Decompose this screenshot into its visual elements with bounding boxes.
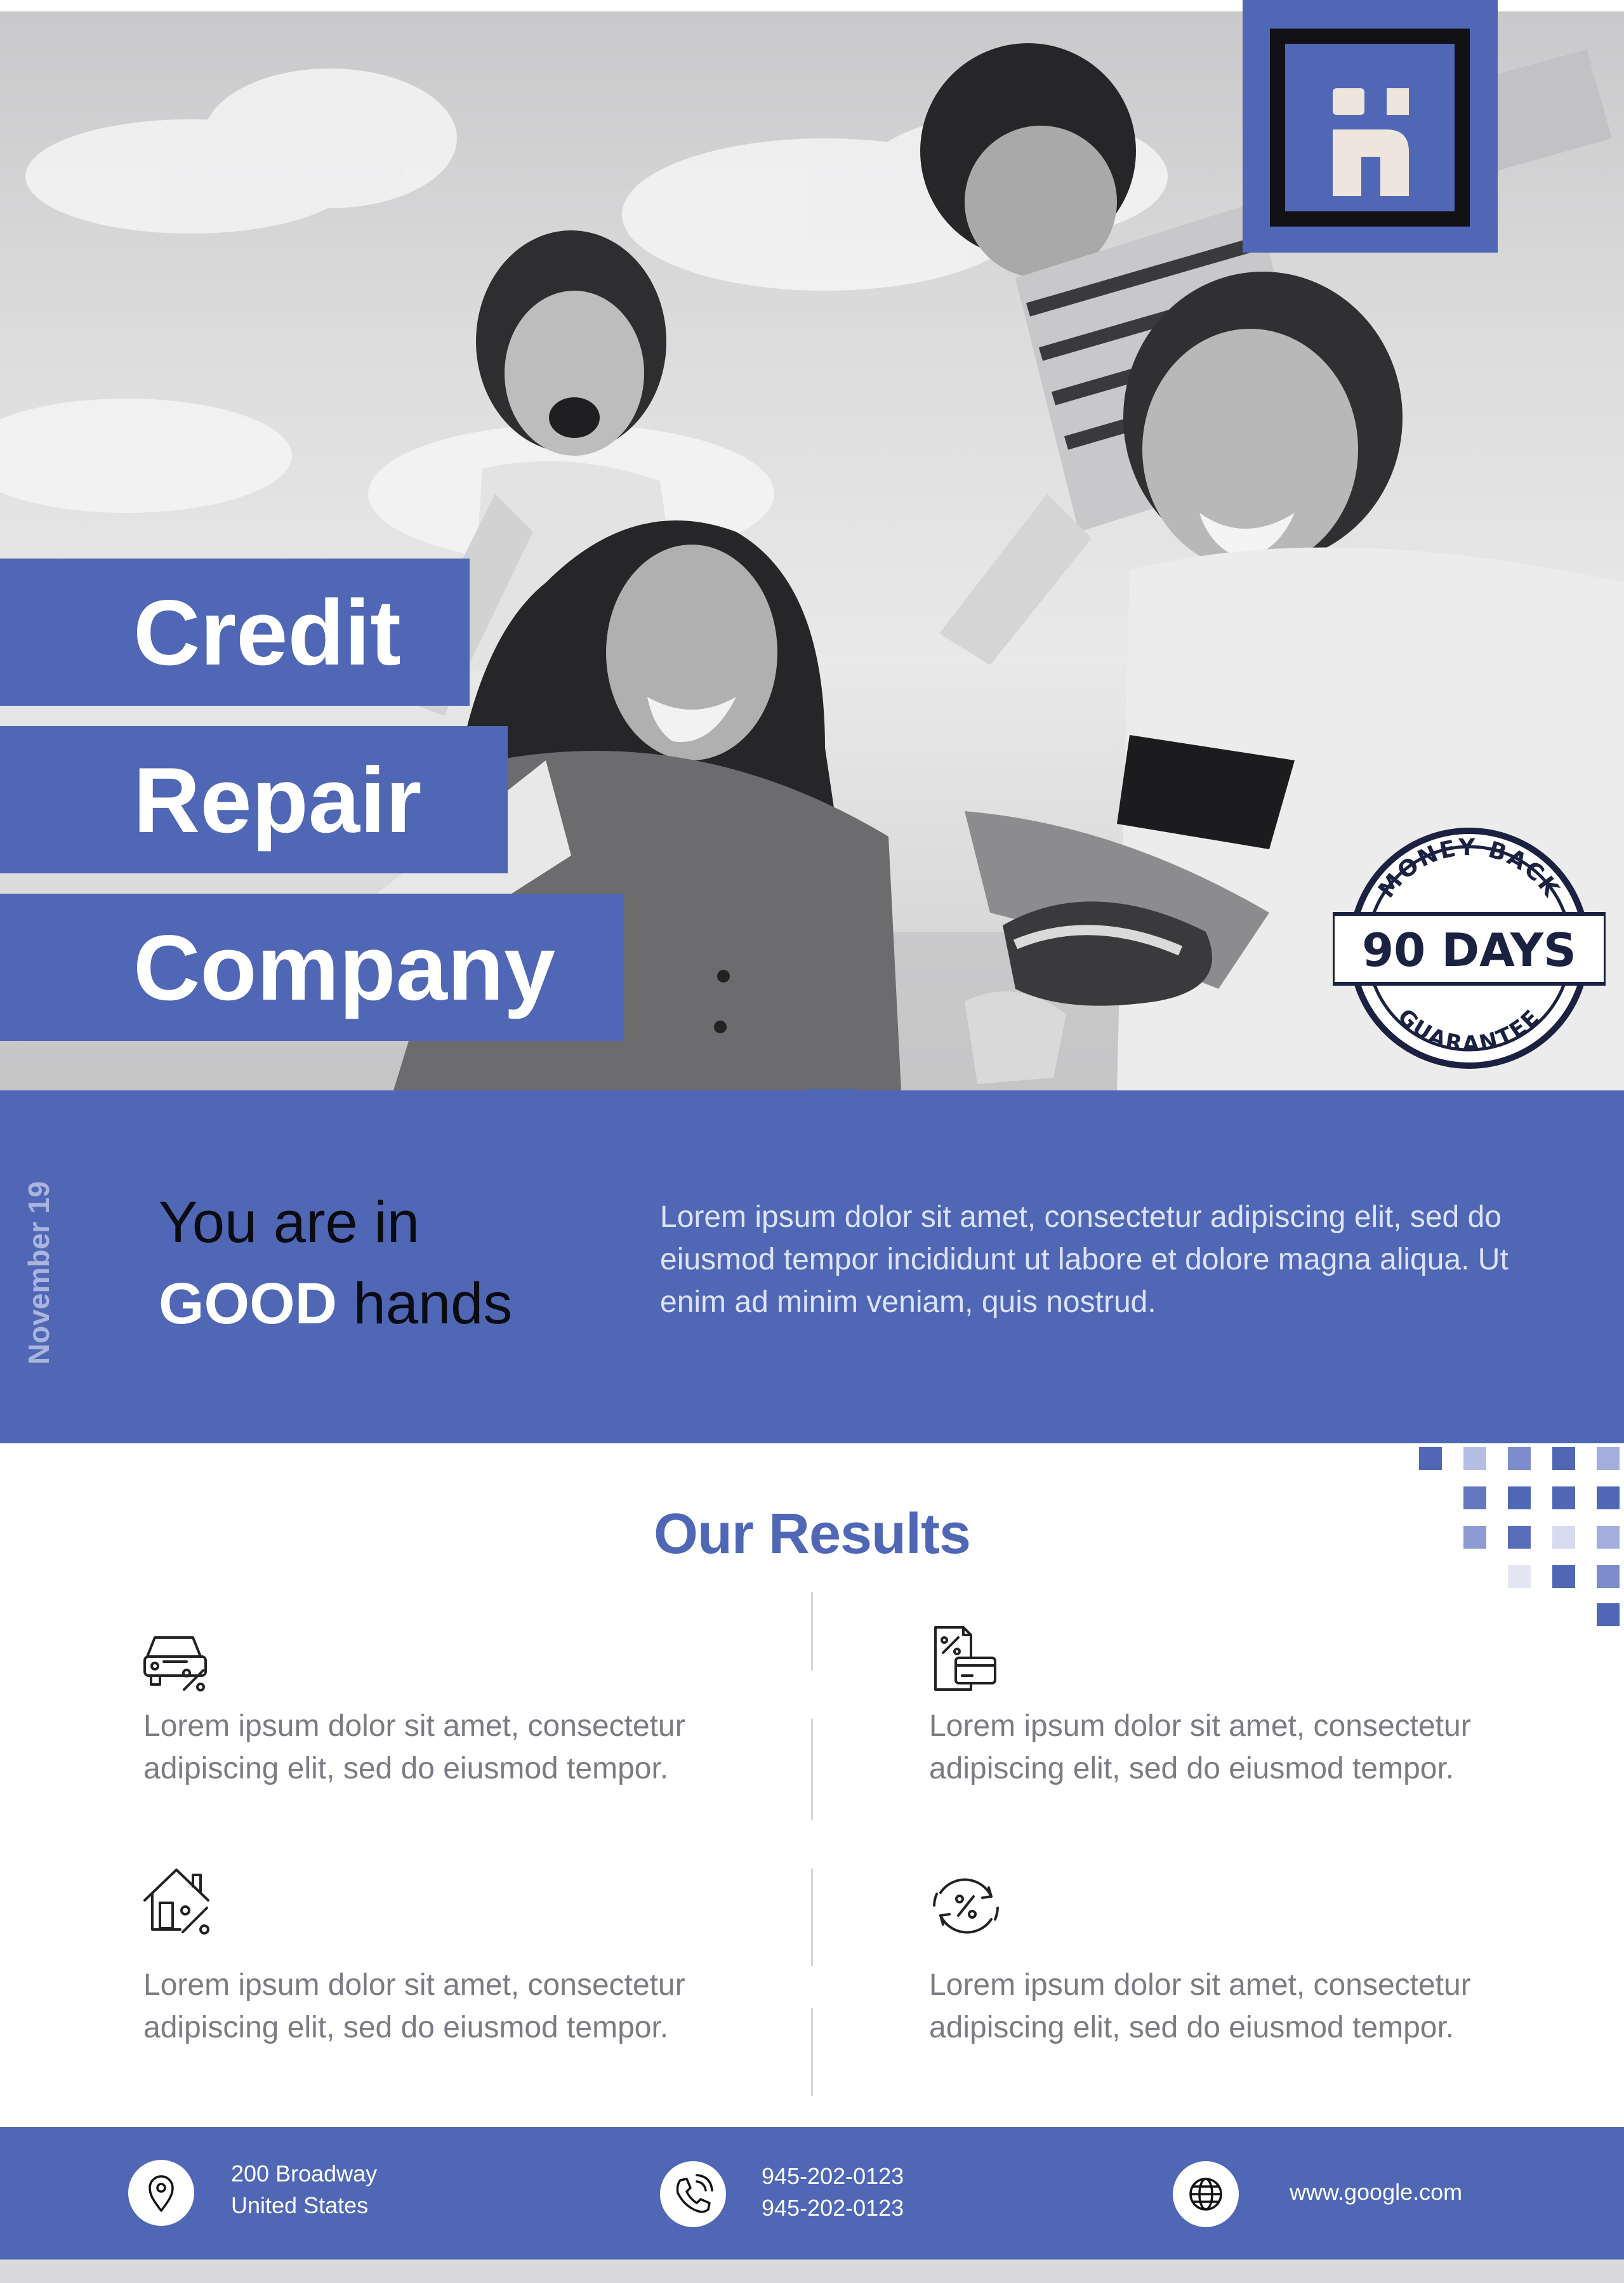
title-line-3: Company xyxy=(133,916,556,1019)
logo-core xyxy=(1285,44,1455,211)
logo-frame xyxy=(1270,29,1470,227)
column-divider xyxy=(811,1592,813,1671)
address-line-1: 200 Broadway xyxy=(231,2161,378,2187)
money-back-guarantee-seal: MONEY BACK 90 DAYS GUARANTEE xyxy=(1333,828,1606,1069)
title-line-1: Credit xyxy=(133,581,401,684)
address-line-2: United States xyxy=(231,2192,369,2218)
phone-number-1: 945-202-0123 xyxy=(762,2163,904,2189)
seal-center-text: 90 DAYS xyxy=(1362,923,1576,977)
result-text-4: Lorem ipsum dolor sit amet, consectetur … xyxy=(929,1968,1471,2044)
website-link[interactable]: www.google.com xyxy=(1290,2176,1462,2208)
column-divider xyxy=(811,1869,813,1966)
contact-footer: 200 Broadway United States 945-202-0123 … xyxy=(0,2127,1624,2260)
bottom-margin xyxy=(0,2260,1624,2283)
title-bar-1: Credit xyxy=(0,559,470,706)
tagline-emphasis: GOOD xyxy=(159,1271,338,1336)
tagline-line-2: GOOD hands xyxy=(159,1274,512,1333)
result-text-1: Lorem ipsum dolor sit amet, consectetur … xyxy=(143,1709,685,1785)
tagline-line-1: You are in xyxy=(159,1190,419,1255)
intro-paragraph: Lorem ipsum dolor sit amet, consectetur … xyxy=(660,1200,1508,1319)
column-divider xyxy=(811,2008,813,2096)
result-text-2: Lorem ipsum dolor sit amet, consectetur … xyxy=(929,1709,1471,1785)
title-bar-2: Repair xyxy=(0,726,508,873)
title-bar-3: Company xyxy=(0,894,624,1041)
title-line-2: Repair xyxy=(133,748,422,852)
phone-icon xyxy=(660,2161,726,2227)
house-percent-icon xyxy=(143,1869,209,1935)
cycle-percent-icon xyxy=(933,1878,999,1934)
location-pin-icon xyxy=(128,2160,194,2226)
result-text-3: Lorem ipsum dolor sit amet, consectetur … xyxy=(143,1968,685,2044)
logo-monogram-icon xyxy=(1333,88,1409,196)
date-label: November 19 xyxy=(22,1181,55,1365)
column-divider xyxy=(811,1719,813,1820)
car-percent-icon xyxy=(143,1636,207,1691)
phone-number-2: 945-202-0123 xyxy=(762,2195,904,2221)
globe-icon xyxy=(1173,2161,1239,2227)
band-pointer xyxy=(807,1089,858,1135)
card-percent-document-icon xyxy=(934,1626,996,1691)
flyer-page: Credit Repair Company MONEY BACK 90 DAYS… xyxy=(0,0,1624,2283)
results-heading: Our Results xyxy=(653,1502,971,1566)
brand-logo xyxy=(1243,0,1498,253)
tagline-rest: hands xyxy=(337,1271,513,1336)
